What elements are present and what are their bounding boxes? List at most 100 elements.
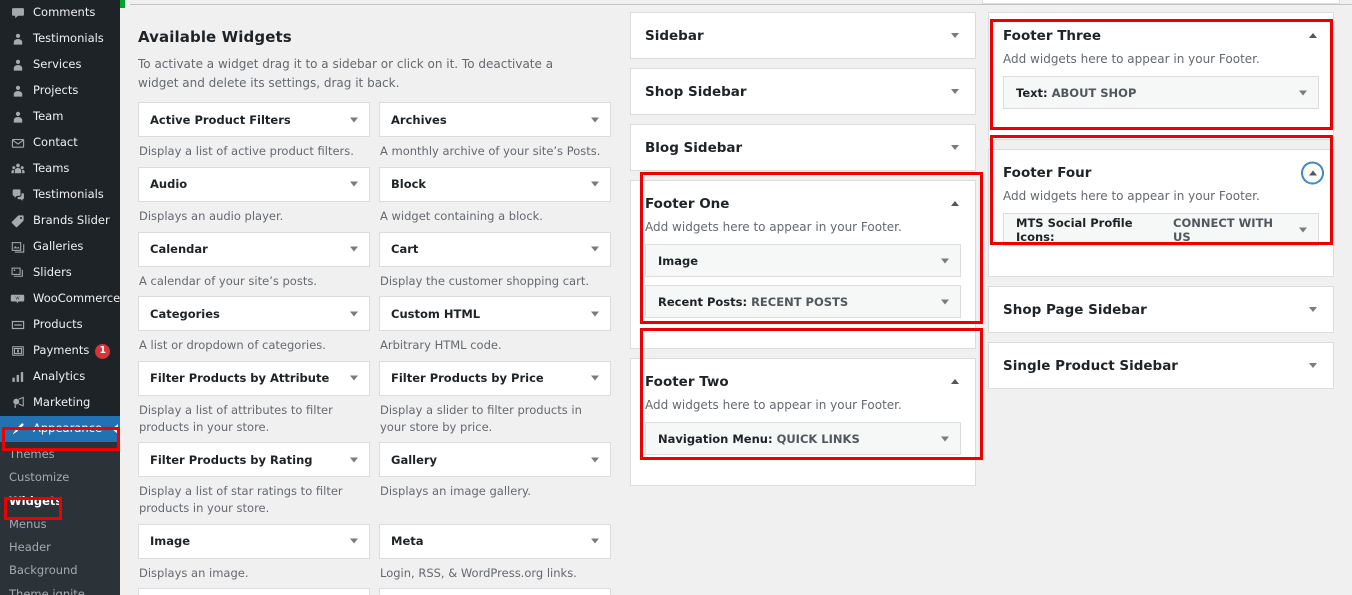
sidebar-panel-header[interactable]: Footer Two (631, 359, 975, 404)
chevron-down-icon[interactable] (591, 457, 599, 463)
chevron-down-icon[interactable] (591, 375, 599, 381)
sidebar-panel-header[interactable]: Footer Three (989, 13, 1333, 58)
assigned-widget[interactable]: Navigation Menu: QUICK LINKS (645, 422, 961, 455)
expand-toggle-down-icon[interactable] (1303, 300, 1323, 320)
chart-bars-icon (9, 369, 26, 385)
sidebar-drop-area[interactable] (645, 463, 961, 473)
available-widget-calendar[interactable]: Calendar (138, 231, 370, 267)
sidebar-panel-header[interactable]: Footer Four (989, 150, 1333, 195)
assigned-widget[interactable]: Image (645, 244, 961, 277)
assigned-widget-instance: ABOUT SHOP (1051, 85, 1137, 100)
available-widget-mts-social-profile-icons[interactable]: MTS Social Profile Icons (138, 588, 370, 595)
submenu-item-menus[interactable]: Menus (0, 513, 120, 536)
sidebar-item-marketing[interactable]: Marketing (0, 390, 120, 416)
chevron-down-icon[interactable] (941, 436, 949, 441)
sidebar-panel-title: Sidebar (645, 27, 704, 44)
sidebar-item-comments[interactable]: Comments (0, 0, 120, 26)
widget-description: Display the customer shopping cart. (380, 273, 589, 288)
expand-toggle-down-icon[interactable] (945, 26, 965, 46)
sidebar-item-galleries[interactable]: Galleries (0, 234, 120, 260)
page-title: Available Widgets (138, 28, 292, 46)
chevron-down-icon[interactable] (350, 311, 358, 317)
chevron-down-icon[interactable] (1299, 227, 1307, 232)
chevron-down-icon[interactable] (591, 538, 599, 544)
sidebar-item-teams[interactable]: Teams (0, 156, 120, 182)
widget-title: Cart (391, 242, 419, 257)
chevron-down-icon[interactable] (591, 181, 599, 187)
available-widget-meta[interactable]: Meta (379, 523, 611, 559)
available-widget-custom-html[interactable]: Custom HTML (379, 296, 611, 332)
sidebar-panel-header[interactable]: Shop Page Sidebar (989, 287, 1333, 332)
available-widget-active-product-filters[interactable]: Active Product Filters (138, 102, 370, 138)
submenu-item-header[interactable]: Header (0, 536, 120, 559)
sidebar-item-woocommerce[interactable]: W WooCommerce (0, 286, 120, 312)
sidebar-panel-header[interactable]: Blog Sidebar (631, 125, 975, 170)
sidebar-panel-header[interactable]: Single Product Sidebar (989, 343, 1333, 388)
available-widget-cart[interactable]: Cart (379, 231, 611, 267)
chevron-down-icon[interactable] (941, 258, 949, 263)
sidebar-panel-header[interactable]: Shop Sidebar (631, 69, 975, 114)
chevron-down-icon[interactable] (591, 117, 599, 123)
available-widget-archives[interactable]: Archives (379, 102, 611, 138)
chevron-down-icon[interactable] (350, 538, 358, 544)
sidebar-panel-header[interactable]: Footer One (631, 181, 975, 226)
sidebar-drop-area[interactable] (645, 326, 961, 336)
cut-off-sidebar-panel[interactable] (982, 0, 1340, 4)
sidebar-panel-single-product-sidebar: Single Product Sidebar (988, 342, 1334, 389)
submenu-item-widgets[interactable]: Widgets (0, 490, 120, 513)
available-widget-image[interactable]: Image (138, 523, 370, 559)
collapse-toggle-up-icon[interactable] (945, 372, 965, 392)
sidebar-drop-area[interactable] (1003, 254, 1319, 264)
collapse-toggle-up-icon[interactable] (1302, 162, 1323, 183)
submenu-item-customize[interactable]: Customize (0, 466, 120, 489)
sidebar-item-projects[interactable]: Projects (0, 78, 120, 104)
sidebar-panel-title: Blog Sidebar (645, 139, 743, 156)
available-widget-filter-products-by-attribute[interactable]: Filter Products by Attribute (138, 360, 370, 396)
chevron-down-icon[interactable] (941, 299, 949, 304)
submenu-item-theme-ignite[interactable]: Theme ignite (0, 583, 120, 595)
collapse-toggle-up-icon[interactable] (1303, 26, 1323, 46)
chevron-down-icon[interactable] (591, 311, 599, 317)
available-widget-navigation-menu[interactable]: Navigation Menu (379, 588, 611, 595)
assigned-widget[interactable]: Recent Posts: RECENT POSTS (645, 285, 961, 318)
top-divider (130, 4, 1352, 5)
assigned-widget[interactable]: MTS Social Profile Icons: CONNECT WITH US (1003, 213, 1319, 246)
megaphone-icon (9, 395, 26, 411)
expand-toggle-down-icon[interactable] (945, 82, 965, 102)
sidebar-item-brands-slider[interactable]: Brands Slider (0, 208, 120, 234)
expand-toggle-down-icon[interactable] (945, 138, 965, 158)
collapse-toggle-up-icon[interactable] (945, 194, 965, 214)
chevron-down-icon[interactable] (350, 181, 358, 187)
available-widget-filter-products-by-rating[interactable]: Filter Products by Rating (138, 442, 370, 478)
widget-title: Image (150, 534, 191, 549)
sidebar-item-contact[interactable]: Contact (0, 130, 120, 156)
sidebar-item-testimonials[interactable]: Testimonials (0, 26, 120, 52)
expand-toggle-down-icon[interactable] (1303, 356, 1323, 376)
chevron-down-icon[interactable] (350, 457, 358, 463)
submenu-item-background[interactable]: Background (0, 559, 120, 582)
assigned-widget[interactable]: Text: ABOUT SHOP (1003, 76, 1319, 109)
chevron-down-icon[interactable] (591, 246, 599, 252)
notification-badge: 1 (95, 343, 111, 359)
sidebar-drop-area[interactable] (1003, 117, 1319, 127)
available-widget-audio[interactable]: Audio (138, 166, 370, 202)
sidebar-item-appearance[interactable]: Appearance (0, 416, 120, 442)
available-widget-categories[interactable]: Categories (138, 296, 370, 332)
available-widget-block[interactable]: Block (379, 166, 611, 202)
submenu-item-themes[interactable]: Themes (0, 443, 120, 466)
chevron-down-icon[interactable] (350, 375, 358, 381)
available-widget-gallery[interactable]: Gallery (379, 442, 611, 478)
chevron-down-icon[interactable] (1299, 90, 1307, 95)
sidebar-panel-header[interactable]: Sidebar (631, 13, 975, 58)
chevron-down-icon[interactable] (350, 117, 358, 123)
sidebar-item-team[interactable]: Team (0, 104, 120, 130)
sidebar-item-testimonials[interactable]: Testimonials (0, 182, 120, 208)
sidebar-item-services[interactable]: Services (0, 52, 120, 78)
sidebar-panel-shop-sidebar: Shop Sidebar (630, 68, 976, 115)
sidebar-item-products[interactable]: Products (0, 312, 120, 338)
sidebar-item-sliders[interactable]: Sliders (0, 260, 120, 286)
sidebar-item-analytics[interactable]: Analytics (0, 364, 120, 390)
sidebar-item-payments[interactable]: Payments 1 (0, 338, 120, 364)
available-widget-filter-products-by-price[interactable]: Filter Products by Price (379, 360, 611, 396)
chevron-down-icon[interactable] (350, 246, 358, 252)
